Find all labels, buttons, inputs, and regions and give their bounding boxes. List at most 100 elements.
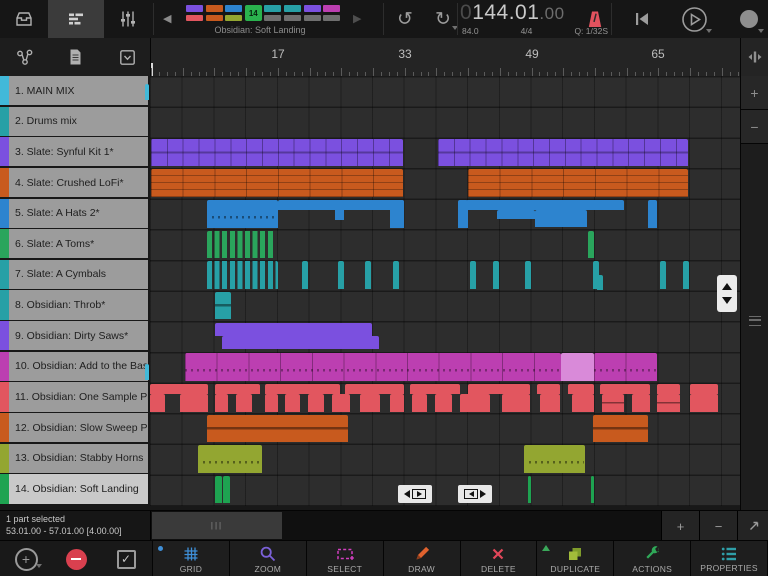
tool-zoom-button[interactable]: ZOOM [230, 541, 307, 576]
clip[interactable] [185, 353, 561, 381]
go-to-start-button[interactable] [624, 0, 660, 38]
clip[interactable] [335, 200, 344, 220]
clip[interactable] [215, 476, 222, 504]
clip[interactable] [215, 292, 231, 320]
tool-draw-button[interactable]: DRAW [384, 541, 461, 576]
metronome-button[interactable] [582, 0, 608, 38]
clip[interactable] [145, 84, 149, 100]
arrange-view-button[interactable] [48, 0, 104, 38]
track-chip[interactable] [225, 15, 242, 22]
track-row[interactable]: 5. Slate: A Hats 2* [0, 199, 148, 228]
track-row[interactable]: 7. Slate: A Cymbals [0, 260, 148, 289]
clip[interactable] [145, 364, 149, 380]
clip[interactable] [600, 384, 650, 394]
clip[interactable] [390, 394, 404, 412]
track-scroll-spinner[interactable] [717, 275, 737, 312]
clip[interactable] [438, 139, 688, 167]
track-chip[interactable] [284, 5, 301, 12]
song-parts-button[interactable] [60, 38, 90, 76]
clip[interactable] [540, 394, 560, 412]
track-chip[interactable] [304, 5, 321, 12]
track-chip[interactable] [323, 15, 340, 22]
clip[interactable] [497, 210, 535, 219]
track-chip-strip[interactable]: 14 [186, 5, 344, 21]
track-row[interactable]: 11. Obsidian: One Sample Pian.. [0, 382, 148, 411]
clip[interactable] [265, 394, 278, 412]
clip[interactable] [657, 394, 680, 412]
track-chip[interactable] [264, 15, 281, 22]
clip[interactable] [468, 384, 530, 394]
library-button[interactable] [0, 0, 48, 38]
clip[interactable] [593, 415, 648, 443]
select-mode-button[interactable] [112, 38, 142, 76]
clip[interactable] [198, 445, 262, 473]
clip[interactable] [561, 353, 594, 381]
clip[interactable] [222, 336, 379, 349]
tool-duplicate-button[interactable]: DUPLICATE [537, 541, 614, 576]
play-caret-icon[interactable] [706, 29, 712, 33]
clip[interactable] [460, 394, 490, 412]
clip[interactable] [597, 275, 603, 290]
clip[interactable] [412, 394, 427, 412]
clip[interactable] [207, 231, 275, 259]
track-row[interactable]: 2. Drums mix [0, 107, 148, 136]
clip[interactable] [215, 323, 372, 336]
track-chip[interactable] [264, 5, 281, 12]
clip[interactable] [594, 353, 657, 381]
clip[interactable] [338, 261, 344, 289]
clip[interactable] [537, 384, 560, 394]
track-row[interactable]: 14. Obsidian: Soft Landing [0, 474, 148, 503]
clip[interactable] [535, 210, 587, 227]
clip-layer[interactable] [150, 76, 740, 506]
track-chip[interactable] [323, 5, 340, 12]
scrollbar-thumb[interactable]: ||| [152, 512, 282, 539]
clip[interactable] [591, 476, 594, 504]
clip[interactable] [435, 394, 452, 412]
zoom-fit-button[interactable] [737, 511, 768, 541]
track-row[interactable]: 9. Obsidian: Dirty Saws* [0, 321, 148, 350]
clip[interactable] [568, 384, 594, 394]
track-row[interactable]: 12. Obsidian: Slow Sweep Pad* [0, 413, 148, 442]
clip[interactable] [410, 384, 460, 394]
track-chip[interactable] [225, 5, 242, 12]
track-chip[interactable] [206, 15, 223, 22]
clip[interactable] [683, 261, 689, 289]
clip[interactable] [151, 169, 403, 197]
clip[interactable] [572, 394, 594, 412]
record-caret-icon[interactable] [758, 29, 764, 33]
clip[interactable] [265, 384, 340, 394]
clip[interactable] [215, 394, 228, 412]
clip[interactable] [588, 231, 594, 259]
redo-button[interactable]: ↻ [426, 0, 460, 38]
clip[interactable] [528, 476, 531, 504]
zoom-out-button[interactable]: − [699, 511, 737, 541]
arrangement-grid[interactable] [150, 76, 740, 506]
spinner-down-icon[interactable] [722, 297, 732, 304]
clip[interactable] [150, 394, 165, 412]
tool-select-button[interactable]: SELECT [307, 541, 384, 576]
clip[interactable] [493, 261, 499, 289]
track-row[interactable]: 6. Slate: A Toms* [0, 229, 148, 258]
clip[interactable] [207, 261, 278, 289]
track-zoom-in-button[interactable]: + [741, 76, 768, 110]
clip[interactable] [632, 394, 650, 412]
clip[interactable] [470, 261, 476, 289]
clip[interactable] [236, 394, 252, 412]
clip[interactable] [302, 261, 308, 289]
clip[interactable] [207, 200, 278, 228]
clip[interactable] [360, 394, 380, 412]
track-row[interactable]: 13. Obsidian: Stabby Horns [0, 444, 148, 473]
clip[interactable] [365, 261, 371, 289]
automation-button[interactable] [10, 38, 40, 76]
clip[interactable] [332, 394, 350, 412]
clip[interactable] [466, 200, 624, 210]
undo-button[interactable]: ↺ [388, 0, 422, 38]
clip[interactable] [151, 139, 403, 167]
clip[interactable] [180, 394, 208, 412]
tool-properties-button[interactable]: PROPERTIES [691, 541, 768, 576]
clip[interactable] [502, 394, 530, 412]
track-chip[interactable] [304, 15, 321, 22]
clip[interactable] [345, 384, 404, 394]
horizontal-scrollbar[interactable]: ||| [150, 511, 661, 541]
track-chip[interactable] [186, 15, 203, 22]
